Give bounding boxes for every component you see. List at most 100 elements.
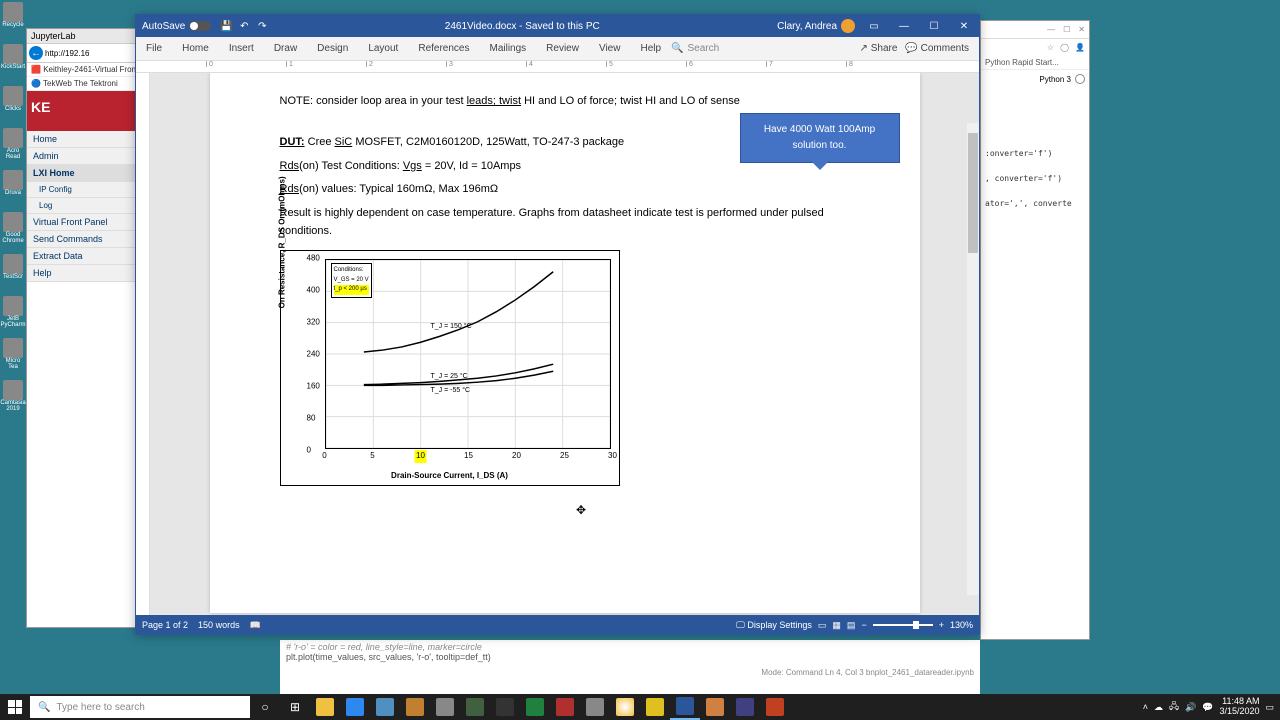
- spellcheck-icon[interactable]: 📖: [250, 620, 261, 631]
- tab-review[interactable]: Review: [536, 39, 589, 58]
- zoom-out-button[interactable]: −: [861, 620, 866, 630]
- tab-home[interactable]: Home: [172, 39, 219, 58]
- datasheet-chart[interactable]: On Resistance, R_DS On (mOhms) Drain-Sou…: [280, 250, 620, 486]
- undo-icon[interactable]: ↶: [237, 19, 251, 33]
- chrome-icon[interactable]: [610, 694, 640, 720]
- tray-chevron-icon[interactable]: ˄: [1143, 702, 1148, 712]
- word-taskbar-icon[interactable]: [670, 694, 700, 720]
- ie-icon[interactable]: [340, 694, 370, 720]
- horizontal-ruler[interactable]: 012345678: [136, 61, 979, 73]
- nav-help[interactable]: Help: [27, 265, 135, 282]
- zoom-level[interactable]: 130%: [950, 620, 973, 630]
- read-mode-icon[interactable]: ▭: [818, 620, 827, 631]
- document-page[interactable]: NOTE: consider loop area in your test le…: [210, 73, 920, 613]
- tell-me-search[interactable]: 🔍Search: [671, 43, 719, 54]
- desktop-icon[interactable]: JetB PyCharm: [1, 296, 25, 336]
- cortana-icon[interactable]: ○: [250, 694, 280, 720]
- app-icon[interactable]: [460, 694, 490, 720]
- tab-file[interactable]: File: [136, 39, 172, 58]
- tab-draw[interactable]: Draw: [264, 39, 307, 58]
- battery-icon[interactable]: 💬: [1202, 702, 1213, 713]
- desktop-icon[interactable]: Acro Read: [1, 128, 25, 168]
- desktop-icon[interactable]: KickStart: [1, 44, 25, 84]
- volume-icon[interactable]: 🔊: [1185, 702, 1196, 713]
- redo-icon[interactable]: ↷: [255, 19, 269, 33]
- address-bar[interactable]: http://192.16: [45, 49, 89, 58]
- favorite-link[interactable]: 🟥 Keithley-2461-Virtual Fron: [27, 63, 135, 77]
- app-icon[interactable]: [730, 694, 760, 720]
- app-icon[interactable]: [430, 694, 460, 720]
- app-icon[interactable]: [700, 694, 730, 720]
- desktop-icon[interactable]: Clicks: [1, 86, 25, 126]
- tab-design[interactable]: Design: [307, 39, 358, 58]
- desktop-icon[interactable]: Camtasia 2019: [1, 380, 25, 420]
- tab-layout[interactable]: Layout: [358, 39, 408, 58]
- star-icon[interactable]: ☆: [1047, 43, 1054, 52]
- zoom-in-button[interactable]: +: [939, 620, 944, 630]
- vertical-scrollbar[interactable]: [967, 123, 979, 595]
- desktop-icon[interactable]: Druva: [1, 170, 25, 210]
- file-explorer-icon[interactable]: [310, 694, 340, 720]
- callout-shape[interactable]: Have 4000 Watt 100Amp solution too.: [740, 113, 900, 163]
- close-button[interactable]: ✕: [1078, 25, 1085, 34]
- app-icon[interactable]: [520, 694, 550, 720]
- clock[interactable]: 11:48 AM 3/15/2020: [1219, 697, 1259, 717]
- tab-help[interactable]: Help: [630, 39, 671, 58]
- back-button[interactable]: ←: [29, 46, 43, 60]
- kernel-indicator[interactable]: Python 3: [981, 70, 1089, 88]
- scroll-thumb[interactable]: [968, 133, 978, 253]
- notebook-tab[interactable]: Python Rapid Start...: [981, 56, 1089, 70]
- ribbon-options-button[interactable]: ▭: [859, 15, 889, 37]
- app-icon[interactable]: [400, 694, 430, 720]
- nav-extract-data[interactable]: Extract Data: [27, 248, 135, 265]
- nav-virtual-front-panel[interactable]: Virtual Front Panel: [27, 214, 135, 231]
- maximize-button[interactable]: ☐: [919, 15, 949, 37]
- desktop-icon[interactable]: TestScr: [1, 254, 25, 294]
- zoom-slider[interactable]: [873, 624, 933, 626]
- profile-icon[interactable]: ◯: [1060, 43, 1069, 52]
- taskbar-search[interactable]: 🔍 Type here to search: [30, 696, 250, 718]
- notifications-icon[interactable]: ▭: [1265, 702, 1274, 713]
- camtasia-icon[interactable]: [760, 694, 790, 720]
- vertical-ruler[interactable]: [136, 73, 150, 615]
- start-button[interactable]: [0, 694, 30, 720]
- nav-home[interactable]: Home: [27, 131, 135, 148]
- nav-lxi-home[interactable]: LXI Home: [27, 165, 135, 182]
- tab-insert[interactable]: Insert: [219, 39, 264, 58]
- nav-log[interactable]: Log: [27, 198, 135, 214]
- browser-tab[interactable]: JupyterLab: [27, 29, 135, 44]
- nav-ipconfig[interactable]: IP Config: [27, 182, 135, 198]
- app-icon[interactable]: [550, 694, 580, 720]
- onedrive-icon[interactable]: ☁: [1154, 702, 1163, 713]
- desktop-icon[interactable]: Recycle: [1, 2, 25, 42]
- nav-admin[interactable]: Admin: [27, 148, 135, 165]
- page-indicator[interactable]: Page 1 of 2: [142, 620, 188, 630]
- app-icon[interactable]: [640, 694, 670, 720]
- comments-button[interactable]: 💬 Comments: [905, 43, 969, 54]
- desktop-icon[interactable]: Micro Tea: [1, 338, 25, 378]
- app-icon[interactable]: [490, 694, 520, 720]
- nav-send-commands[interactable]: Send Commands: [27, 231, 135, 248]
- share-button[interactable]: ↗ Share: [860, 43, 898, 54]
- print-layout-icon[interactable]: ▦: [832, 620, 841, 631]
- display-settings-button[interactable]: 🖵 Display Settings: [736, 620, 812, 631]
- maximize-button[interactable]: ☐: [1063, 25, 1070, 34]
- autosave-toggle[interactable]: [189, 21, 211, 31]
- web-layout-icon[interactable]: ▤: [847, 620, 856, 631]
- user-account[interactable]: Clary, Andrea: [773, 19, 859, 33]
- task-view-icon[interactable]: ⊞: [280, 694, 310, 720]
- minimize-button[interactable]: —: [1047, 25, 1055, 34]
- minimize-button[interactable]: —: [889, 15, 919, 37]
- tab-mailings[interactable]: Mailings: [479, 39, 536, 58]
- user-icon[interactable]: 👤: [1075, 43, 1085, 52]
- close-button[interactable]: ✕: [949, 15, 979, 37]
- app-icon[interactable]: [370, 694, 400, 720]
- app-icon[interactable]: [580, 694, 610, 720]
- tab-view[interactable]: View: [589, 39, 631, 58]
- tab-references[interactable]: References: [408, 39, 479, 58]
- word-count[interactable]: 150 words: [198, 620, 240, 630]
- save-icon[interactable]: 💾: [219, 19, 233, 33]
- desktop-icon[interactable]: Good Chrome: [1, 212, 25, 252]
- network-icon[interactable]: 🖧: [1169, 699, 1179, 715]
- favorite-link[interactable]: 🔵 TekWeb The Tektroni: [27, 77, 135, 91]
